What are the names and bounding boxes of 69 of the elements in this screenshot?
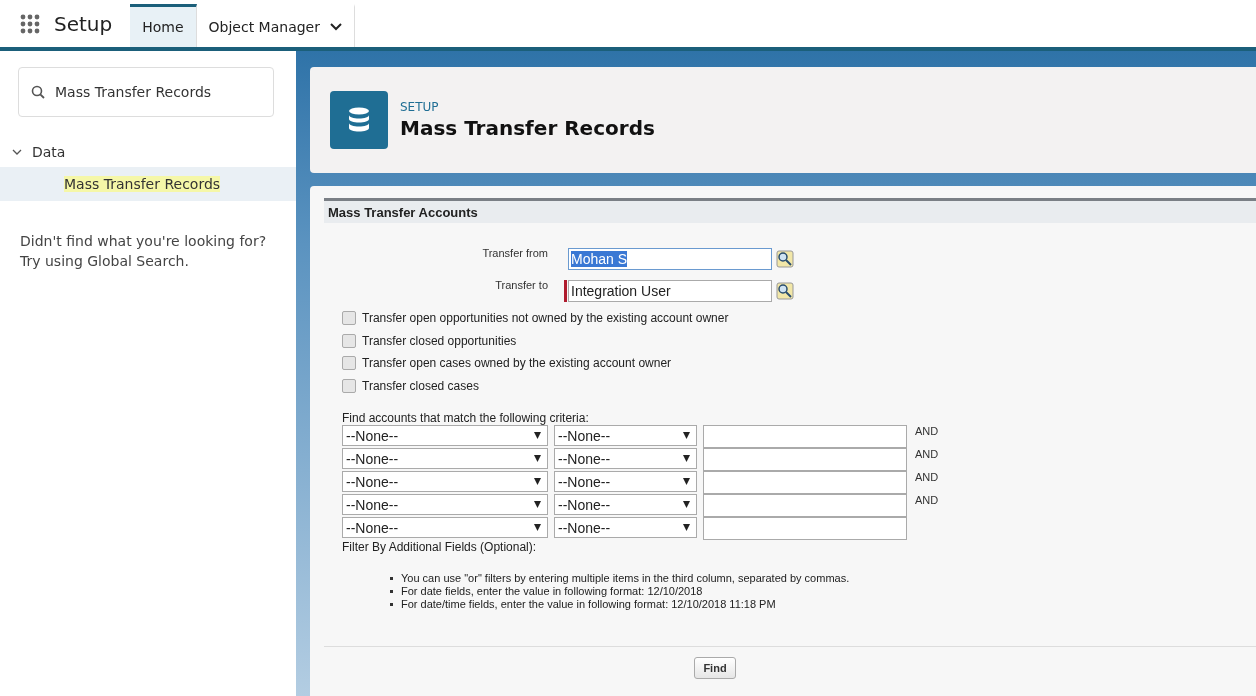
tip-text: For date fields, enter the value in following format: 12/10/2018 (401, 585, 703, 597)
value-field[interactable] (703, 494, 907, 517)
operator-dropdown[interactable]: --None-- (554, 471, 697, 492)
tip-text: You can use "or" filters by entering multiple items in the third column, separated by commas. (401, 572, 850, 584)
page-title: Mass Transfer Records (400, 116, 655, 140)
tree-label: Data (32, 144, 66, 160)
value-field[interactable] (703, 471, 907, 494)
lookup-field[interactable]: Integration User (568, 280, 772, 302)
value-field[interactable] (703, 425, 907, 448)
caret-icon (683, 478, 690, 485)
caret-icon (534, 524, 541, 531)
operator-dropdown[interactable]: --None-- (554, 517, 697, 538)
connector-text: AND (915, 448, 939, 460)
operator-dropdown[interactable]: --None-- (554, 448, 697, 469)
field-dropdown[interactable]: --None-- (342, 494, 548, 515)
checkbox-label: Transfer closed opportunities (362, 333, 517, 348)
lookup-icon[interactable] (776, 250, 794, 268)
bullet-icon (390, 589, 393, 593)
criteria-title: Find accounts that match the following criteria: (342, 411, 590, 425)
tip-text: For date/time fields, enter the value in following format: 12/10/2018 11:18 PM (401, 598, 776, 610)
bullet-icon (390, 602, 393, 606)
section-header: Mass Transfer Accounts (324, 201, 1256, 223)
nav-tab[interactable]: Home (130, 4, 197, 47)
app-name: Setup (54, 11, 113, 36)
caret-icon (683, 455, 690, 462)
connector-text: AND (915, 471, 939, 483)
tree-node[interactable]: Data (0, 137, 296, 167)
help-text: Didn't find what you're looking for? (20, 233, 268, 249)
field-dropdown[interactable]: --None-- (342, 471, 548, 492)
field-label: Transfer from (481, 246, 549, 259)
database-icon (330, 91, 388, 149)
field-dropdown[interactable]: --None-- (342, 448, 548, 469)
checkbox[interactable] (342, 356, 356, 371)
checkbox-label: Transfer closed cases (362, 378, 479, 393)
caret-icon (534, 432, 541, 439)
app-launcher-icon[interactable] (20, 13, 40, 34)
lookup-field[interactable]: Mohan S (568, 248, 772, 270)
help-text: Try using Global Search. (20, 253, 190, 269)
page-eyebrow: SETUP (400, 100, 440, 114)
tree-item-label: Mass Transfer Records (64, 176, 221, 192)
field-label: Transfer to (494, 278, 549, 291)
checkbox[interactable] (342, 378, 356, 393)
search-icon (31, 85, 45, 99)
chevron-down-icon[interactable] (330, 23, 342, 31)
filter-note: Filter By Additional Fields (Optional): (342, 540, 538, 554)
bullet-icon (390, 576, 393, 580)
operator-dropdown[interactable]: --None-- (554, 425, 697, 446)
checkbox-label: Transfer open cases owned by the existing account owner (362, 356, 672, 371)
connector-text: AND (915, 494, 939, 506)
caret-icon (534, 455, 541, 462)
find-button[interactable]: Find (694, 657, 736, 679)
caret-icon (683, 432, 690, 439)
checkbox-label: Transfer open opportunities not owned by the existing account owner (362, 311, 729, 326)
operator-dropdown[interactable]: --None-- (554, 494, 697, 515)
value-field[interactable] (703, 448, 907, 471)
field-dropdown[interactable]: --None-- (342, 517, 548, 538)
caret-icon (683, 524, 690, 531)
chevron-icon (12, 147, 22, 157)
connector-text: AND (915, 425, 939, 437)
field-dropdown[interactable]: --None-- (342, 425, 548, 446)
lookup-icon[interactable] (776, 282, 794, 300)
caret-icon (534, 478, 541, 485)
caret-icon (534, 501, 541, 508)
value-field[interactable] (703, 517, 907, 540)
caret-icon (683, 501, 690, 508)
checkbox[interactable] (342, 333, 356, 348)
search-field[interactable]: Mass Transfer Records (18, 67, 274, 117)
checkbox[interactable] (342, 311, 356, 326)
tree-item[interactable]: Mass Transfer Records (0, 167, 296, 201)
